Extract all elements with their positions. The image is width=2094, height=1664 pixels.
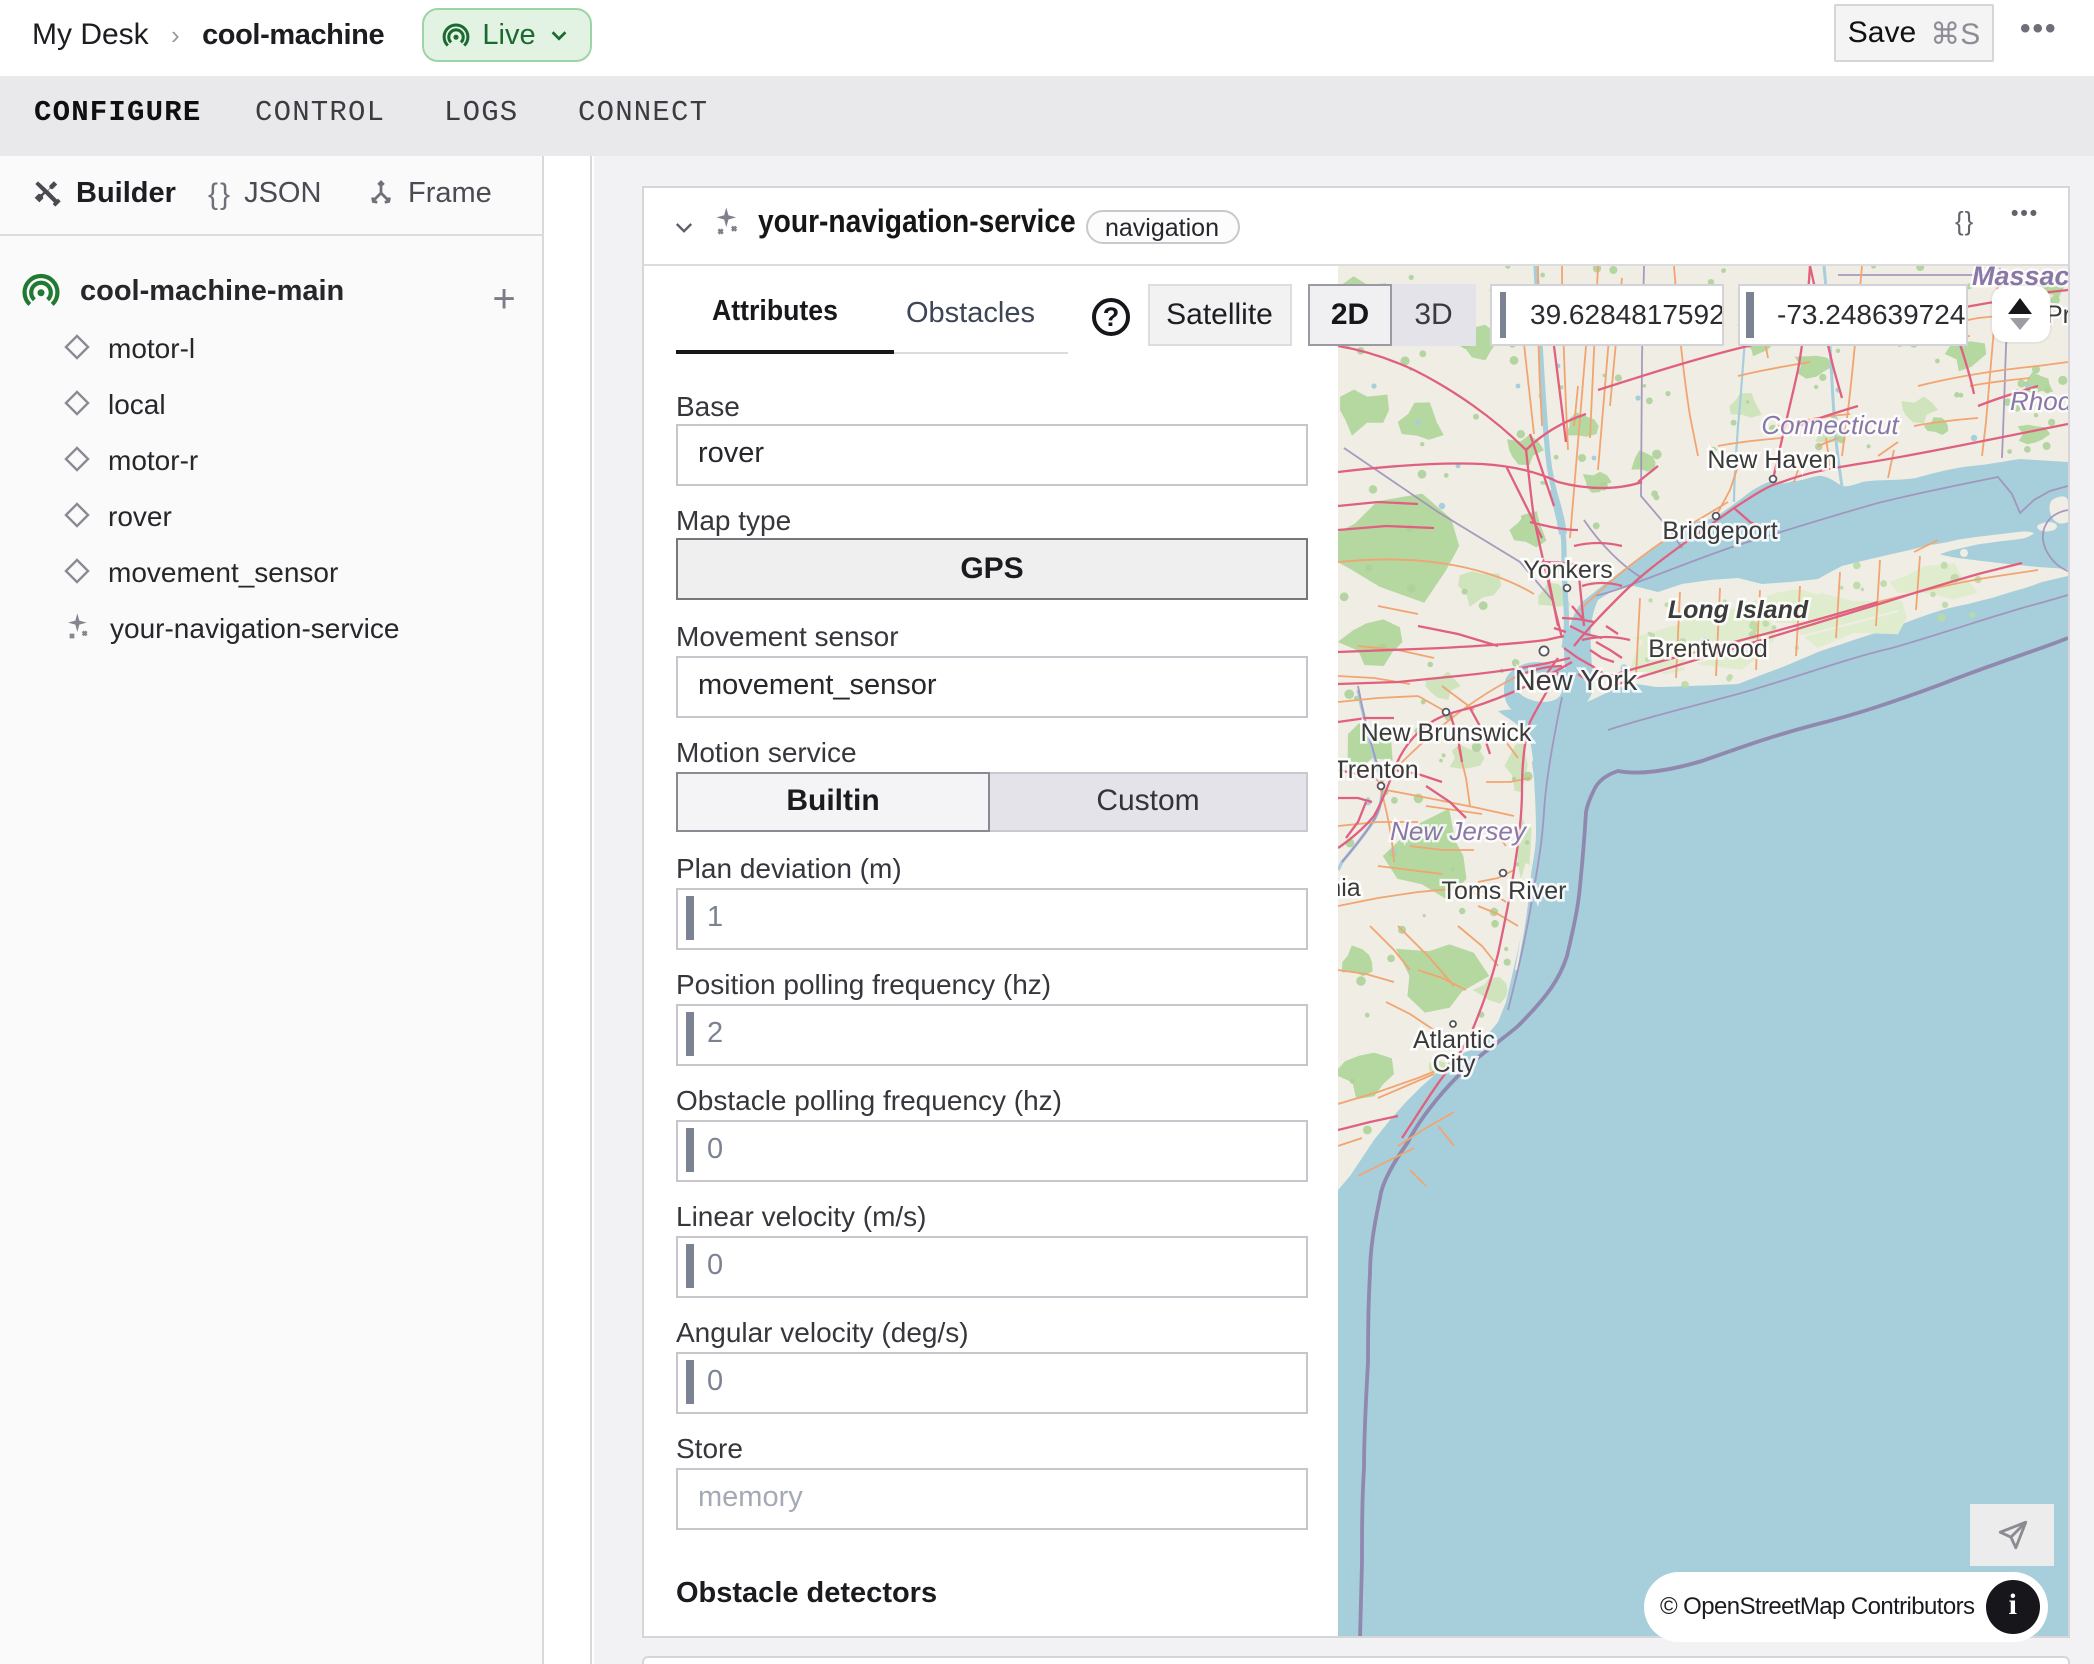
svg-text:nia: nia [1338, 873, 1361, 901]
svg-text:Connecticut: Connecticut [1761, 409, 1900, 439]
svg-text:New York: New York [1515, 664, 1638, 696]
svg-text:Bridgeport: Bridgeport [1662, 516, 1777, 544]
svg-text:City: City [1432, 1049, 1476, 1077]
svg-text:Long Island: Long Island [1668, 595, 1809, 623]
svg-text:Toms River: Toms River [1441, 876, 1566, 904]
svg-text:Brentwood: Brentwood [1648, 634, 1768, 662]
svg-text:New Jersey: New Jersey [1390, 815, 1528, 845]
svg-text:New Haven: New Haven [1707, 445, 1836, 473]
svg-text:Pro: Pro [2046, 300, 2068, 328]
svg-text:Trenton: Trenton [1338, 755, 1419, 783]
svg-text:Yonkers: Yonkers [1523, 555, 1612, 583]
svg-text:Rhode: Rhode [2010, 385, 2068, 415]
svg-text:New Brunswick: New Brunswick [1361, 718, 1532, 746]
